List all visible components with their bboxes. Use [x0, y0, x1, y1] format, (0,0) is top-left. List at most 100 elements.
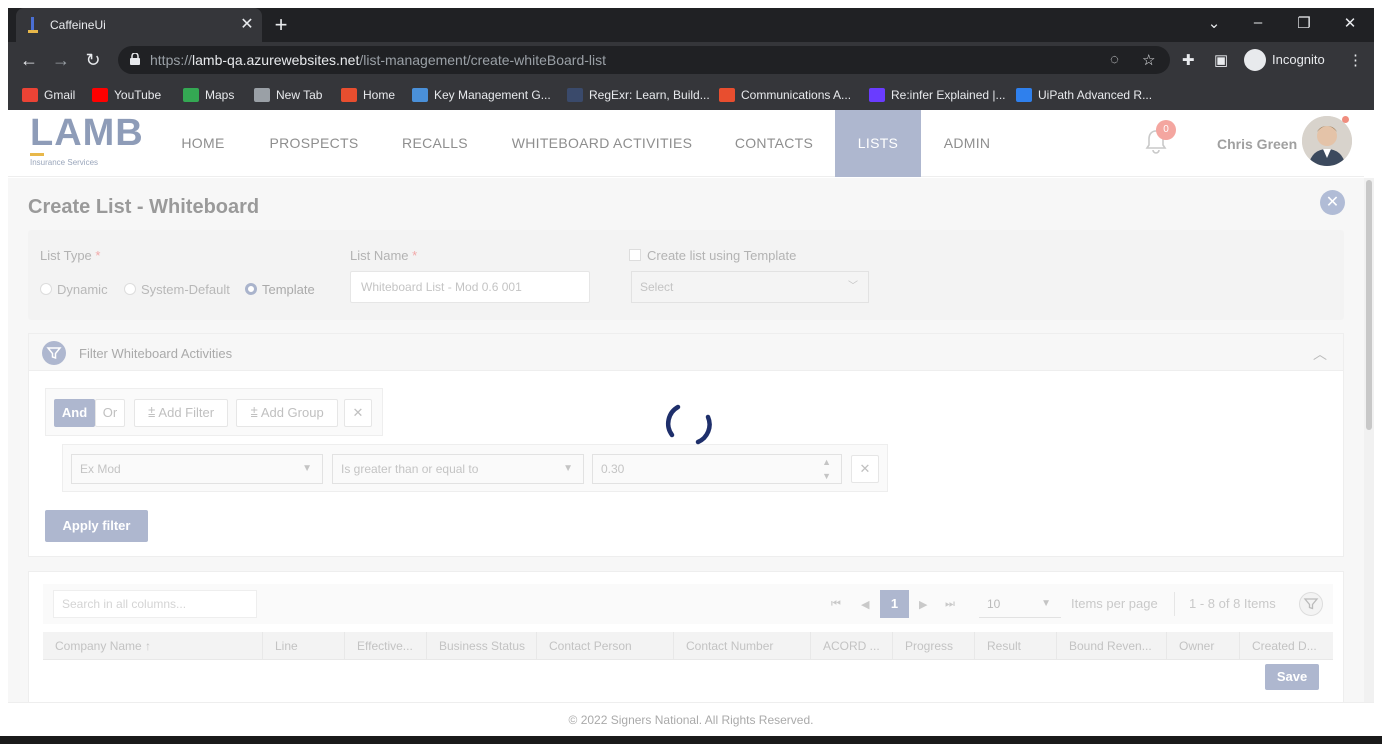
side-panel-icon[interactable]: ▣	[1214, 51, 1228, 69]
scrollbar-thumb[interactable]	[1366, 180, 1372, 430]
column-header[interactable]: Company Name ↑	[43, 632, 263, 660]
tab-title: CaffeineUi	[50, 18, 106, 32]
column-header[interactable]: Contact Person	[537, 632, 674, 660]
lock-icon	[130, 53, 140, 65]
bookmark-uipath-advanced[interactable]: UiPath Advanced R...	[1016, 88, 1152, 102]
radio-dynamic[interactable]: Dynamic	[40, 282, 108, 297]
restore-icon[interactable]: ❐	[1292, 14, 1316, 32]
apply-filter-button[interactable]: Apply filter	[45, 510, 148, 542]
eye-off-icon[interactable]: ◌	[1110, 51, 1119, 68]
bookmark-label: Gmail	[44, 88, 76, 102]
field-select[interactable]: Ex Mod ▼	[71, 454, 323, 484]
bookmark-regexr[interactable]: RegExr: Learn, Build...	[567, 88, 710, 102]
close-window-icon[interactable]: ✕	[1338, 14, 1362, 32]
user-name[interactable]: Chris Green	[1217, 136, 1297, 152]
radio-system-default[interactable]: System-Default	[124, 282, 230, 297]
close-form-button[interactable]: ✕	[1320, 190, 1345, 215]
menu-icon[interactable]: ⋮	[1348, 51, 1363, 69]
nav-admin[interactable]: ADMIN	[934, 110, 1000, 177]
prev-page-icon[interactable]: ◀	[861, 598, 869, 611]
save-button[interactable]: Save	[1265, 664, 1319, 690]
page-number-button[interactable]: 1	[880, 590, 909, 618]
uipath-icon	[341, 88, 357, 102]
search-input[interactable]: Search in all columns...	[53, 590, 257, 618]
bookmark-home[interactable]: Home	[341, 88, 395, 102]
new-tab-icon[interactable]: +	[270, 12, 292, 38]
add-filter-button[interactable]: ⩲ Add Filter	[134, 399, 228, 427]
next-page-icon[interactable]: ▶	[919, 598, 927, 611]
column-header[interactable]: Effective...	[345, 632, 427, 660]
page-size-select[interactable]: 10 ▼	[979, 590, 1061, 618]
stepper-icon[interactable]: ▲ ▼	[822, 455, 831, 483]
caret-down-icon: ▼	[563, 463, 573, 474]
and-button[interactable]: And	[54, 399, 95, 427]
bookmark-gmail[interactable]: Gmail	[22, 88, 75, 102]
template-select[interactable]: Select ﹀	[631, 271, 869, 303]
bookmark-key-management[interactable]: Key Management G...	[412, 88, 551, 102]
gmail-icon	[22, 88, 38, 102]
back-icon[interactable]: ←	[18, 50, 40, 71]
grid-card: Search in all columns... ⏮ ◀ 1 ▶ ⏭ 10 ▼ I…	[28, 571, 1344, 711]
url-text: https://lamb-qa.azurewebsites.net/list-m…	[150, 52, 606, 68]
bookmark-new-tab[interactable]: New Tab	[254, 88, 322, 102]
bookmark-label: Re:infer Explained |...	[891, 88, 1006, 102]
minimize-icon[interactable]: –	[1246, 14, 1270, 31]
column-header[interactable]: Created D...	[1240, 632, 1333, 660]
star-icon[interactable]: ☆	[1142, 51, 1155, 69]
reload-icon[interactable]: ↻	[82, 50, 104, 71]
list-name-input[interactable]: Whiteboard List - Mod 0.6 001	[350, 271, 590, 303]
column-header[interactable]: Business Status	[427, 632, 537, 660]
column-header[interactable]: Line	[263, 632, 345, 660]
forward-icon[interactable]: →	[50, 50, 72, 71]
close-tab-icon[interactable]: ✕	[238, 14, 256, 34]
chevron-down-icon[interactable]: ⌄	[1202, 14, 1226, 32]
radio-template[interactable]: Template	[245, 282, 315, 297]
column-header[interactable]: Bound Reven...	[1057, 632, 1167, 660]
nav-prospects[interactable]: PROSPECTS	[262, 110, 366, 177]
logo-text: LAMB	[30, 112, 144, 154]
remove-rule-button[interactable]: ✕	[851, 455, 879, 483]
add-group-button[interactable]: ⩲ Add Group	[236, 399, 338, 427]
screen: CaffeineUi ✕ + ⌄ – ❐ ✕ ← → ↻ https://lam…	[0, 0, 1382, 744]
notification-badge: 0	[1156, 120, 1176, 140]
list-settings-panel: List Type * Dynamic System-Default Templ…	[28, 230, 1344, 320]
column-header[interactable]: Owner	[1167, 632, 1240, 660]
column-header[interactable]: Result	[975, 632, 1057, 660]
last-page-icon[interactable]: ⏭	[945, 598, 955, 611]
browser-tab[interactable]: CaffeineUi ✕	[16, 8, 262, 42]
avatar[interactable]	[1302, 116, 1352, 166]
logo[interactable]: LAMB Insurance Services	[30, 114, 144, 167]
value-numeric-input[interactable]: 0.30 ▲ ▼	[592, 454, 842, 484]
first-page-icon[interactable]: ⏮	[831, 598, 841, 611]
extensions-icon[interactable]: ✚	[1182, 51, 1195, 69]
caret-down-icon: ▼	[302, 463, 312, 474]
column-header[interactable]: Progress	[893, 632, 975, 660]
bookmark-communications[interactable]: Communications A...	[719, 88, 851, 102]
profile-button[interactable]: Incognito	[1244, 48, 1325, 72]
bookmark-reinfer[interactable]: Re:infer Explained |...	[869, 88, 1006, 102]
page-scrollbar[interactable]	[1364, 178, 1374, 702]
nav-whiteboard-activities[interactable]: WHITEBOARD ACTIVITIES	[504, 110, 700, 177]
nav-home[interactable]: HOME	[168, 110, 238, 177]
bookmark-youtube[interactable]: YouTube	[92, 88, 161, 102]
select-value: Is greater than or equal to	[341, 462, 479, 476]
nav-contacts[interactable]: CONTACTS	[726, 110, 822, 177]
reinfer-icon	[869, 88, 885, 102]
nav-recalls[interactable]: RECALLS	[394, 110, 476, 177]
input-value: 0.30	[601, 462, 625, 476]
column-header[interactable]: Contact Number	[674, 632, 811, 660]
bookmark-maps[interactable]: Maps	[183, 88, 234, 102]
address-bar[interactable]: https://lamb-qa.azurewebsites.net/list-m…	[118, 46, 1170, 74]
bookmarks-bar: Gmail YouTube Maps New Tab Home Key Mana…	[8, 80, 1374, 110]
template-checkbox[interactable]: Create list using Template	[629, 248, 796, 263]
operator-select[interactable]: Is greater than or equal to ▼	[332, 454, 584, 484]
nav-lists[interactable]: LISTS	[835, 110, 921, 177]
chevron-up-icon[interactable]: ︿	[1313, 344, 1327, 364]
os-taskbar	[0, 736, 1382, 744]
remove-group-button[interactable]: ✕	[344, 399, 372, 427]
or-button[interactable]: Or	[95, 399, 125, 427]
grid-filter-button[interactable]	[1299, 592, 1323, 616]
column-header[interactable]: ACORD ...	[811, 632, 893, 660]
radio-circle	[40, 283, 52, 295]
filter-header[interactable]: Filter Whiteboard Activities ︿	[29, 334, 1343, 371]
